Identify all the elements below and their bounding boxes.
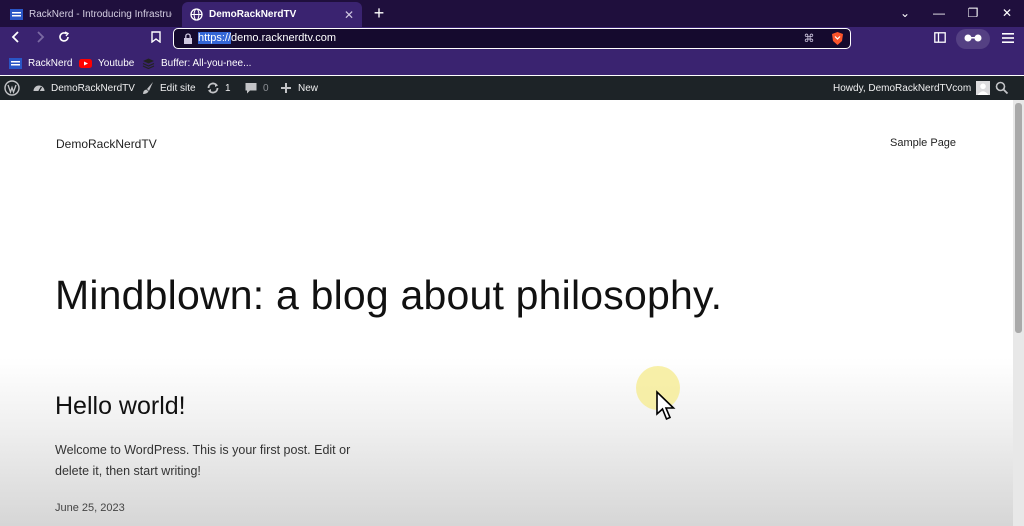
private-window-button[interactable] — [956, 29, 990, 49]
tab-racknerd[interactable]: RackNerd - Introducing Infrastructure — [2, 2, 180, 27]
mouse-pointer-icon — [656, 390, 676, 421]
tab-demoracknerdtv[interactable]: DemoRackNerdTV ✕ — [182, 2, 362, 27]
post-title-link[interactable]: Hello world! — [55, 392, 186, 421]
url-text[interactable]: https://demo.racknerdtv.com — [198, 32, 336, 44]
plus-icon — [281, 83, 291, 93]
bookmarks-bar: RackNerd Youtube Buffer: All-you-nee... — [0, 51, 1024, 75]
wordpress-logo-icon — [4, 80, 20, 96]
hamburger-menu-icon — [1002, 33, 1014, 43]
page-headline: Mindblown: a blog about philosophy. — [55, 272, 723, 319]
new-tab-button[interactable]: + — [368, 3, 390, 25]
comments-link[interactable]: 0 — [244, 76, 269, 100]
back-button[interactable] — [6, 29, 26, 49]
reload-button[interactable] — [54, 29, 74, 49]
buffer-icon — [142, 58, 155, 69]
forward-button[interactable] — [30, 29, 50, 49]
admin-site-name[interactable]: DemoRackNerdTV — [32, 76, 135, 100]
post-excerpt: Welcome to WordPress. This is your first… — [55, 443, 351, 478]
globe-icon — [190, 8, 203, 21]
qr-code-icon[interactable]: ⌘ — [801, 31, 817, 47]
racknerd-favicon-icon — [9, 57, 22, 69]
brush-icon — [143, 82, 153, 94]
bookmark-label: Buffer: All-you-nee... — [161, 57, 252, 69]
incognito-glasses-icon — [964, 34, 982, 42]
post-date-link[interactable]: June 25, 2023 — [55, 502, 125, 514]
address-bar[interactable]: https://demo.racknerdtv.com ⌘ — [173, 28, 851, 49]
url-protocol-selected: https:// — [198, 32, 232, 44]
scrollbar-thumb[interactable] — [1015, 103, 1022, 333]
nav-sample-page-link[interactable]: Sample Page — [890, 137, 956, 149]
tab-label: RackNerd - Introducing Infrastructure — [29, 9, 172, 20]
my-account-menu[interactable]: Howdy, DemoRackNerdTVcom — [833, 76, 991, 100]
sidebar-icon — [934, 32, 946, 43]
howdy-label: Howdy, DemoRackNerdTVcom — [833, 82, 972, 94]
wp-admin-bar: DemoRackNerdTV Edit site 1 0 New Howdy, … — [0, 76, 1024, 100]
youtube-icon — [79, 58, 92, 68]
menu-button[interactable] — [998, 29, 1018, 49]
reload-icon — [59, 31, 70, 42]
sidebar-toggle-button[interactable] — [930, 29, 950, 49]
bookmark-page-button[interactable] — [146, 29, 166, 49]
bookmark-label: Youtube — [98, 57, 135, 69]
bookmark-label: RackNerd — [28, 57, 73, 69]
tab-search-dropdown-icon[interactable]: ⌄ — [892, 4, 918, 22]
search-icon — [995, 81, 1009, 95]
dashboard-gauge-icon — [33, 85, 45, 92]
updates-link[interactable]: 1 — [206, 76, 231, 100]
close-window-button[interactable]: ✕ — [994, 4, 1020, 22]
comment-bubble-icon — [245, 83, 257, 94]
racknerd-favicon-icon — [10, 9, 23, 20]
site-title-link[interactable]: DemoRackNerdTV — [56, 137, 157, 151]
updates-count: 1 — [225, 82, 231, 94]
admin-search-button[interactable] — [995, 76, 1009, 100]
edit-site-label: Edit site — [160, 82, 196, 94]
forward-arrow-icon — [37, 31, 45, 43]
page-content: DemoRackNerdTV Sample Page Mindblown: a … — [0, 100, 1013, 526]
bookmark-buffer[interactable]: Buffer: All-you-nee... — [142, 55, 251, 71]
comments-count: 0 — [263, 82, 269, 94]
bookmark-racknerd[interactable]: RackNerd — [9, 55, 72, 71]
new-label: New — [298, 82, 319, 94]
bookmark-youtube[interactable]: Youtube — [79, 55, 134, 71]
brave-shields-icon[interactable] — [830, 31, 845, 46]
back-arrow-icon — [11, 31, 19, 43]
url-host: demo.racknerdtv.com — [231, 32, 336, 44]
wp-logo-menu[interactable] — [4, 76, 20, 100]
bookmark-icon — [151, 31, 161, 44]
close-tab-icon[interactable]: ✕ — [344, 8, 354, 22]
new-content-link[interactable]: New — [279, 76, 318, 100]
minimize-button[interactable]: — — [926, 4, 952, 22]
tab-label: DemoRackNerdTV — [209, 9, 297, 20]
admin-site-name-label: DemoRackNerdTV — [51, 82, 135, 94]
lock-icon — [184, 33, 192, 44]
edit-site-link[interactable]: Edit site — [141, 76, 196, 100]
restore-button[interactable]: ❐ — [960, 4, 986, 22]
avatar — [976, 81, 991, 95]
browser-toolbar: https://demo.racknerdtv.com ⌘ — [0, 27, 1024, 51]
updates-icon — [207, 82, 219, 94]
tab-bar: RackNerd - Introducing Infrastructure De… — [0, 0, 1024, 27]
